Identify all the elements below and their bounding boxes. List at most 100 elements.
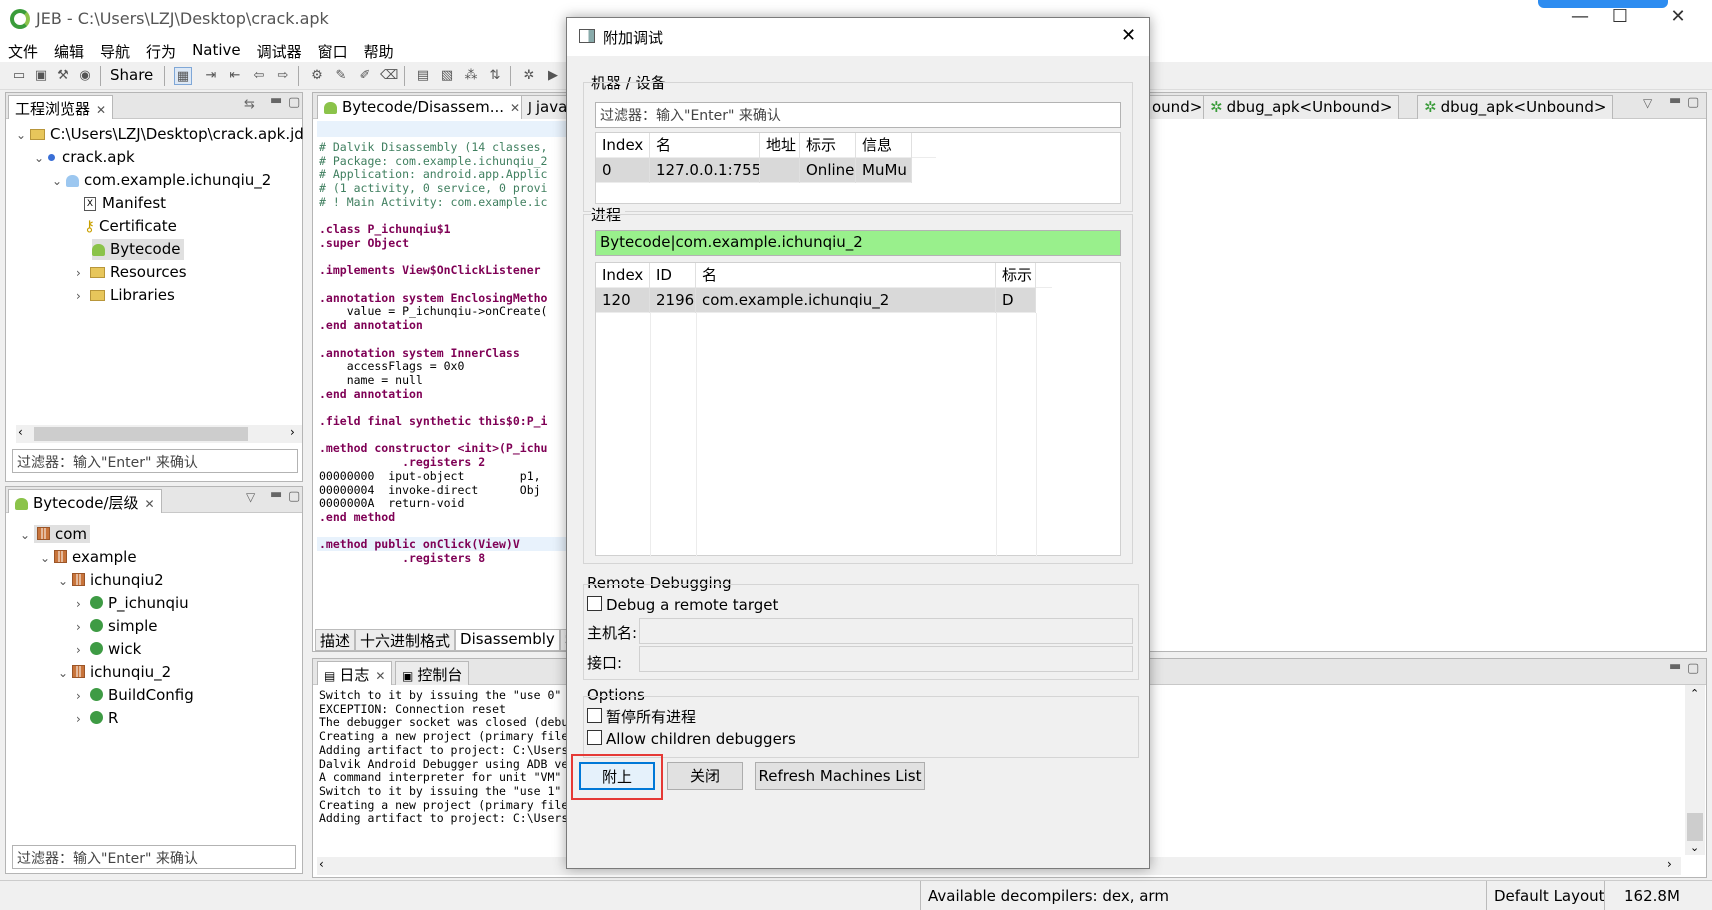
tab-project-explorer[interactable]: 工程浏览器 ✕: [8, 95, 114, 119]
close-button[interactable]: 关闭: [667, 762, 743, 790]
open-icon[interactable]: ▭: [10, 67, 28, 85]
minimize-button[interactable]: —: [1560, 6, 1600, 32]
close-icon[interactable]: ✕: [96, 103, 106, 117]
close-icon[interactable]: ✕: [145, 497, 155, 511]
table-row[interactable]: 0 127.0.0.1:7555 Online MuMu: [596, 158, 912, 183]
close-window-button[interactable]: ✕: [1658, 6, 1698, 32]
minimize-view-icon[interactable]: ▬: [270, 487, 282, 502]
column-header[interactable]: 信息: [856, 133, 912, 158]
scroll-left-icon[interactable]: ‹: [18, 425, 23, 439]
close-icon[interactable]: ✕: [510, 101, 520, 115]
chevron-right-icon[interactable]: ›: [76, 263, 90, 284]
view-menu-icon[interactable]: ▽: [1643, 96, 1652, 110]
menu-file[interactable]: 文件: [0, 38, 46, 62]
tree-item-apk[interactable]: ⌄ crack.apk: [34, 147, 135, 168]
edit-icon[interactable]: ✐: [356, 67, 374, 85]
vertical-scrollbar[interactable]: ⌃ ⌄: [1685, 685, 1705, 855]
chevron-down-icon[interactable]: ⌄: [40, 548, 54, 569]
column-header[interactable]: 名: [650, 133, 760, 158]
scroll-right-icon[interactable]: ›: [290, 425, 295, 439]
port-input[interactable]: [639, 646, 1133, 672]
process-filter-input[interactable]: Bytecode|com.example.ichunqiu_2: [595, 230, 1121, 256]
chevron-down-icon[interactable]: ⌄: [16, 125, 30, 146]
disassembly-view[interactable]: # Dalvik Disassembly (14 classes, # Packa…: [317, 141, 567, 621]
remote-target-checkbox[interactable]: Debug a remote target: [587, 596, 778, 614]
suspend-all-checkbox[interactable]: 暂停所有进程: [587, 706, 696, 727]
scroll-up-icon[interactable]: ⌃: [1690, 687, 1699, 700]
close-icon[interactable]: ✕: [375, 669, 385, 683]
column-header[interactable]: ID: [650, 263, 696, 288]
rename-icon[interactable]: ⌫: [380, 67, 398, 85]
wrench-icon[interactable]: ⚒: [54, 67, 72, 85]
chevron-right-icon[interactable]: ›: [76, 617, 90, 638]
tree-item-ichunqiu2[interactable]: ⌄ ichunqiu2: [58, 570, 164, 591]
tab-disassembly[interactable]: Disassembly: [455, 629, 560, 651]
checkbox-icon[interactable]: [587, 596, 602, 611]
decompile-icon[interactable]: ⚙: [308, 67, 326, 85]
tree-item-resources[interactable]: › Resources: [76, 262, 187, 283]
checkbox-icon[interactable]: [587, 730, 602, 745]
maximize-button[interactable]: ☐: [1600, 6, 1640, 32]
tree-item-project[interactable]: ⌄ C:\Users\LZJ\Desktop\crack.apk.jd: [16, 124, 304, 145]
chevron-down-icon[interactable]: ⌄: [34, 148, 48, 169]
scrollbar-thumb[interactable]: [34, 427, 248, 441]
forward-arrow-icon[interactable]: ⇨: [274, 67, 292, 85]
back-arrow-icon[interactable]: ⇦: [250, 67, 268, 85]
tree-item-simple[interactable]: › simple: [76, 616, 158, 637]
chevron-right-icon[interactable]: ›: [76, 286, 90, 307]
tree-item-p-ichunqiu[interactable]: › P_ichunqiu: [76, 593, 189, 614]
tree-item-com[interactable]: ⌄ com: [20, 524, 91, 545]
maximize-view-icon[interactable]: ▢: [288, 489, 300, 504]
tree-item-certificate[interactable]: ⚷ Certificate: [84, 216, 177, 237]
refresh-machines-button[interactable]: Refresh Machines List: [755, 762, 925, 790]
minimize-view-icon[interactable]: ▬: [1669, 93, 1681, 108]
machines-filter-input[interactable]: 过滤器：输入"Enter" 来确认: [595, 102, 1121, 128]
allow-children-checkbox[interactable]: Allow children debuggers: [587, 730, 796, 748]
scroll-left-icon[interactable]: ‹: [319, 857, 324, 871]
options-icon[interactable]: ◉: [76, 67, 94, 85]
xref-icon[interactable]: ⇅: [486, 67, 504, 85]
graph-icon[interactable]: ⁂: [462, 67, 480, 85]
chevron-right-icon[interactable]: ›: [76, 686, 90, 707]
scrollbar-thumb[interactable]: [1687, 813, 1703, 841]
comment-icon[interactable]: ✎: [332, 67, 350, 85]
tab-hex[interactable]: 十六进制格式: [355, 629, 456, 651]
menu-window[interactable]: 窗口: [310, 38, 356, 62]
scroll-right-icon[interactable]: ›: [1667, 857, 1672, 871]
tab-hierarchy[interactable]: Bytecode/层级 ✕: [8, 489, 162, 513]
project-filter-input[interactable]: 过滤器：输入"Enter" 来确认: [12, 449, 298, 473]
tab-console[interactable]: ▣ 控制台: [395, 661, 470, 685]
tab-dbug-apk-2[interactable]: ✲ dbug_apk<Unbound>: [1417, 95, 1614, 119]
chevron-down-icon[interactable]: ⌄: [52, 171, 66, 192]
dialog-close-icon[interactable]: ✕: [1121, 25, 1136, 46]
column-header[interactable]: Index: [596, 263, 650, 288]
tab-bytecode-disassembly[interactable]: Bytecode/Disassem... ✕: [317, 95, 528, 119]
column-header[interactable]: 标示: [800, 133, 856, 158]
scroll-down-icon[interactable]: ⌄: [1690, 841, 1699, 854]
checkbox-icon[interactable]: [587, 708, 602, 723]
chevron-right-icon[interactable]: ›: [76, 640, 90, 661]
minimize-view-icon[interactable]: ▬: [270, 93, 282, 108]
column-header[interactable]: 地址: [760, 133, 800, 158]
column-header[interactable]: 名: [696, 263, 996, 288]
tree-item-libraries[interactable]: › Libraries: [76, 285, 175, 306]
hierarchy-icon[interactable]: ▧: [438, 67, 456, 85]
menu-help[interactable]: 帮助: [356, 38, 402, 62]
layout-icon[interactable]: ▦: [174, 67, 192, 85]
chevron-down-icon[interactable]: ⌄: [58, 571, 72, 592]
menu-native[interactable]: Native: [184, 38, 249, 62]
run-icon[interactable]: ▶: [544, 67, 562, 85]
tree-item-manifest[interactable]: X Manifest: [84, 193, 166, 214]
menu-debugger[interactable]: 调试器: [249, 38, 310, 62]
save-icon[interactable]: ▣: [32, 67, 50, 85]
share-button[interactable]: Share: [110, 66, 153, 84]
tree-item-wick[interactable]: › wick: [76, 639, 141, 660]
layout-status[interactable]: Default Layout: [1494, 887, 1605, 905]
menu-navigate[interactable]: 导航: [92, 38, 138, 62]
chevron-right-icon[interactable]: ›: [76, 709, 90, 730]
host-input[interactable]: [639, 618, 1133, 644]
hierarchy-filter-input[interactable]: 过滤器：输入"Enter" 来确认: [12, 845, 296, 869]
tab-unbound-partial[interactable]: ound>: [1145, 95, 1210, 119]
export-icon[interactable]: ⇤: [226, 67, 244, 85]
column-header[interactable]: Index: [596, 133, 650, 158]
